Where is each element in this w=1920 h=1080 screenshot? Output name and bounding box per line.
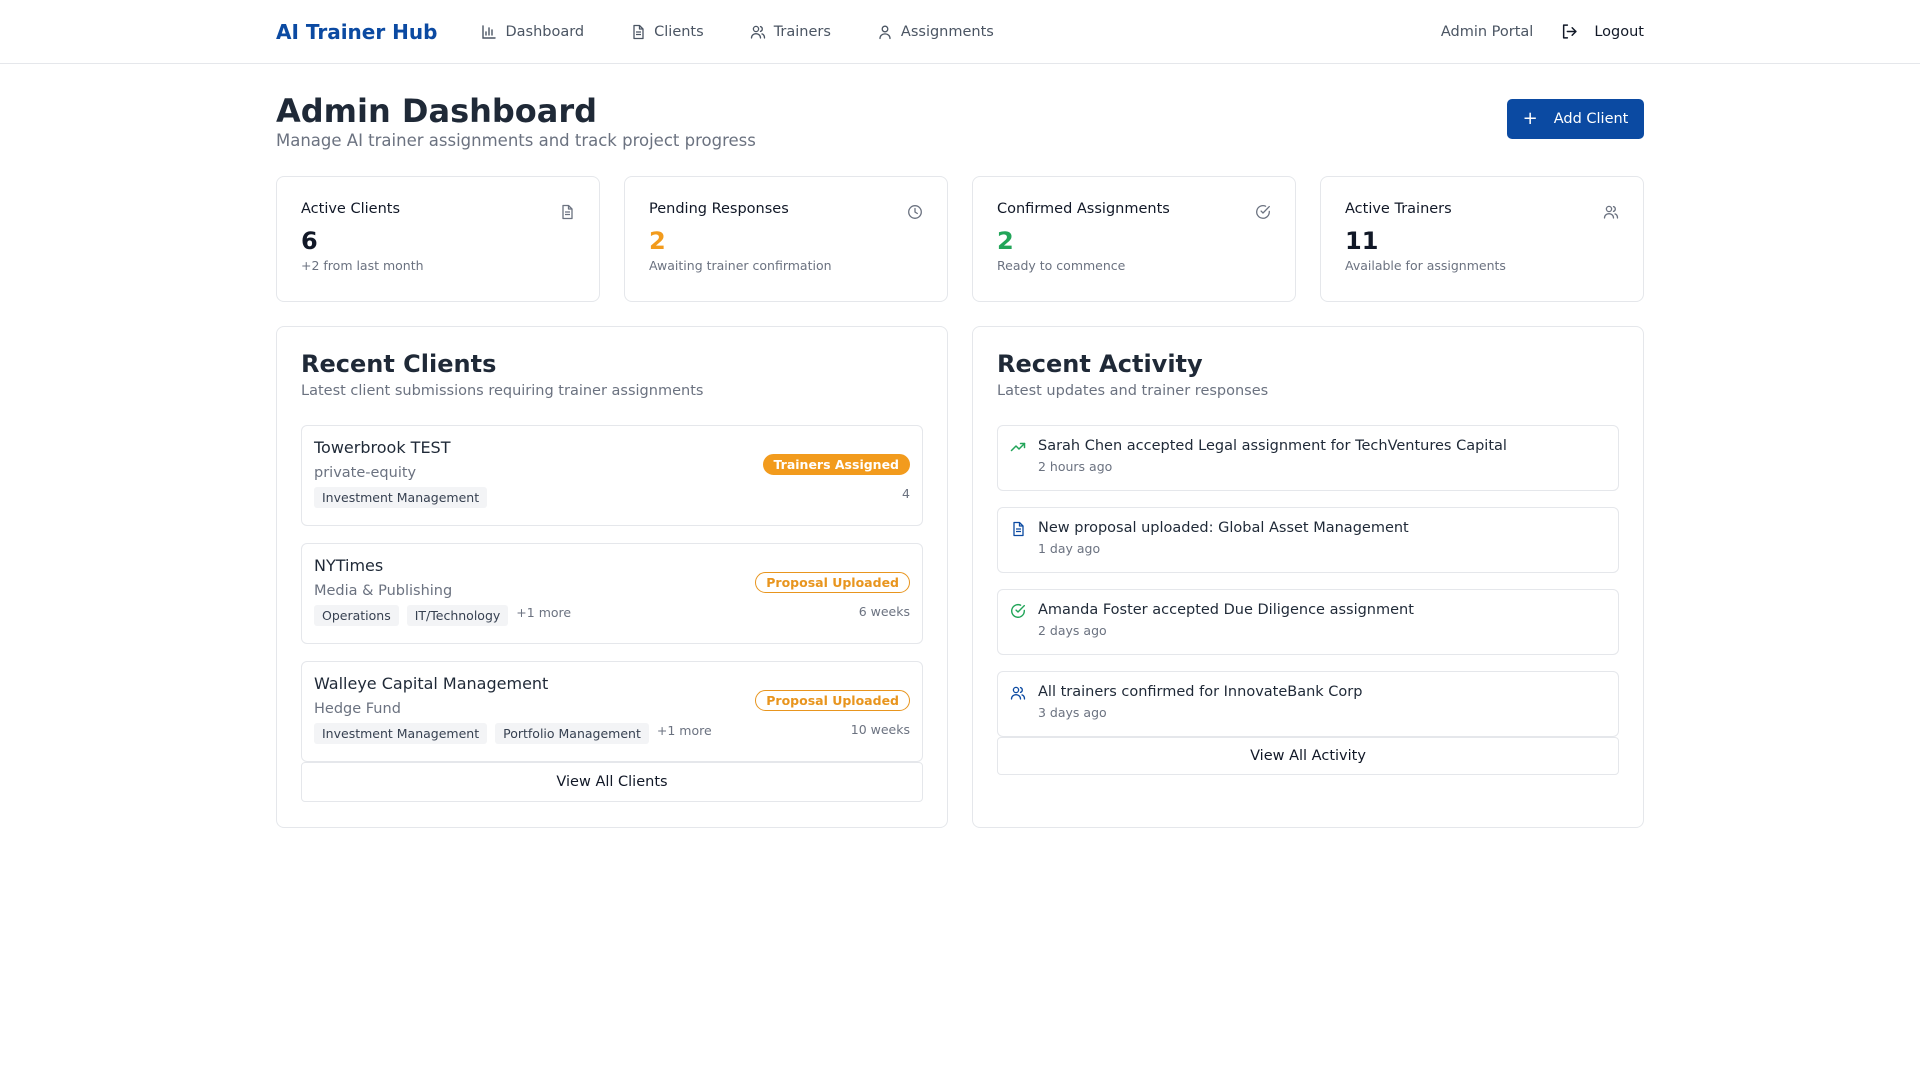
- client-meta: 10 weeks: [850, 722, 910, 737]
- stat-value: 2: [649, 227, 666, 255]
- add-client-button[interactable]: + Add Client: [1507, 99, 1644, 139]
- check-circle-icon: [1256, 205, 1270, 219]
- activity-item: Sarah Chen accepted Legal assignment for…: [997, 425, 1619, 491]
- logout-label: Logout: [1594, 23, 1644, 40]
- client-tag: IT/Technology: [406, 605, 509, 626]
- page-title: Admin Dashboard: [276, 92, 598, 130]
- user-icon: [879, 25, 891, 39]
- stat-card-active-clients: Active Clients 6 +2 from last month: [276, 176, 600, 302]
- activity-item: All trainers confirmed for InnovateBank …: [997, 671, 1619, 737]
- stat-card-pending-responses: Pending Responses 2 Awaiting trainer con…: [624, 176, 948, 302]
- nav-dashboard-label: Dashboard: [505, 23, 585, 40]
- recent-activity-panel: Recent Activity Latest updates and train…: [972, 326, 1644, 828]
- stat-value: 2: [997, 227, 1014, 255]
- client-card[interactable]: Towerbrook TEST private-equity Investmen…: [301, 425, 923, 526]
- client-card[interactable]: Walleye Capital Management Hedge Fund In…: [301, 661, 923, 762]
- activity-time: 2 hours ago: [1038, 459, 1113, 474]
- page-subtitle: Manage AI trainer assignments and track …: [276, 131, 756, 150]
- client-meta: 4: [902, 486, 910, 501]
- stat-note: Available for assignments: [1345, 258, 1506, 273]
- status-badge: Trainers Assigned: [762, 454, 910, 475]
- main-nav: Dashboard Clients Trainers Assignments: [481, 24, 1039, 40]
- admin-portal-label: Admin Portal: [1440, 23, 1534, 40]
- recent-clients-panel: Recent Clients Latest client submissions…: [276, 326, 948, 828]
- users-icon: [750, 25, 765, 39]
- top-header: AI Trainer Hub Dashboard Clients Trainer…: [0, 0, 1920, 64]
- client-tags: Investment Management: [314, 487, 910, 508]
- header-right: Admin Portal Logout: [1441, 23, 1644, 40]
- activity-text: All trainers confirmed for InnovateBank …: [1038, 684, 1363, 700]
- more-tags-label: +1 more: [656, 723, 712, 738]
- more-tags-label: +1 more: [516, 605, 572, 620]
- stat-label: Confirmed Assignments: [997, 201, 1170, 217]
- activity-item: Amanda Foster accepted Due Diligence ass…: [997, 589, 1619, 655]
- status-badge: Proposal Uploaded: [755, 572, 910, 593]
- title-row: Admin Dashboard Manage AI trainer assign…: [276, 88, 1644, 150]
- title-block: Admin Dashboard Manage AI trainer assign…: [276, 88, 756, 150]
- users-icon: [1603, 205, 1619, 219]
- activity-time: 1 day ago: [1038, 541, 1101, 556]
- client-meta: 6 weeks: [858, 604, 910, 619]
- recent-activity-subtitle: Latest updates and trainer responses: [997, 383, 1269, 399]
- nav-assignments-label: Assignments: [900, 23, 994, 40]
- activity-text: Amanda Foster accepted Due Diligence ass…: [1038, 602, 1414, 618]
- stat-note: Ready to commence: [997, 258, 1126, 273]
- activity-item: New proposal uploaded: Global Asset Mana…: [997, 507, 1619, 573]
- page-content: Admin Dashboard Manage AI trainer assign…: [0, 64, 1920, 828]
- plus-icon: +: [1522, 108, 1538, 129]
- client-list: Towerbrook TEST private-equity Investmen…: [301, 425, 923, 802]
- stats-row: Active Clients 6 +2 from last month Pend…: [276, 176, 1644, 302]
- brand-logo[interactable]: AI Trainer Hub: [276, 20, 437, 44]
- logout-button[interactable]: Logout: [1561, 23, 1644, 40]
- panels-row: Recent Clients Latest client submissions…: [276, 326, 1644, 828]
- stat-value: 6: [301, 227, 318, 255]
- recent-clients-subtitle: Latest client submissions requiring trai…: [301, 383, 704, 399]
- document-icon: [562, 204, 573, 220]
- activity-text: New proposal uploaded: Global Asset Mana…: [1038, 520, 1409, 536]
- recent-clients-title: Recent Clients: [301, 350, 497, 378]
- client-tags: Operations IT/Technology +1 more: [314, 605, 910, 626]
- client-tag: Investment Management: [314, 723, 488, 744]
- clock-icon: [908, 205, 922, 219]
- stat-note: +2 from last month: [301, 258, 424, 273]
- stat-label: Active Clients: [301, 201, 400, 217]
- client-tag: Investment Management: [314, 487, 488, 508]
- nav-clients[interactable]: Clients: [630, 24, 704, 40]
- nav-trainers-label: Trainers: [773, 23, 831, 40]
- recent-activity-title: Recent Activity: [997, 350, 1203, 378]
- stat-card-confirmed-assignments: Confirmed Assignments 2 Ready to commenc…: [972, 176, 1296, 302]
- activity-time: 3 days ago: [1038, 705, 1107, 720]
- stat-note: Awaiting trainer confirmation: [649, 258, 832, 273]
- stat-card-active-trainers: Active Trainers 11 Available for assignm…: [1320, 176, 1644, 302]
- activity-text: Sarah Chen accepted Legal assignment for…: [1038, 438, 1507, 454]
- document-icon: [1013, 521, 1024, 537]
- bar-chart-icon: [482, 24, 497, 39]
- stat-value: 11: [1345, 227, 1379, 255]
- nav-assignments[interactable]: Assignments: [877, 24, 994, 40]
- check-circle-icon: [1011, 603, 1025, 618]
- client-tags: Investment Management Portfolio Manageme…: [314, 723, 910, 744]
- client-card[interactable]: NYTimes Media & Publishing Operations IT…: [301, 543, 923, 644]
- document-icon: [633, 24, 644, 39]
- view-all-activity-button[interactable]: View All Activity: [997, 737, 1619, 775]
- client-tag: Portfolio Management: [495, 723, 649, 744]
- stat-label: Active Trainers: [1345, 201, 1452, 217]
- activity-list: Sarah Chen accepted Legal assignment for…: [997, 425, 1619, 775]
- client-tag: Operations: [314, 605, 399, 626]
- trending-up-icon: [1010, 442, 1026, 452]
- add-client-label: Add Client: [1553, 111, 1629, 127]
- logout-icon: [1563, 24, 1577, 39]
- status-badge: Proposal Uploaded: [755, 690, 910, 711]
- activity-time: 2 days ago: [1038, 623, 1107, 638]
- nav-clients-label: Clients: [654, 23, 704, 40]
- nav-trainers[interactable]: Trainers: [750, 24, 831, 40]
- nav-dashboard[interactable]: Dashboard: [481, 24, 584, 40]
- stat-label: Pending Responses: [649, 201, 789, 217]
- view-all-clients-button[interactable]: View All Clients: [301, 762, 923, 802]
- users-icon: [1010, 686, 1026, 700]
